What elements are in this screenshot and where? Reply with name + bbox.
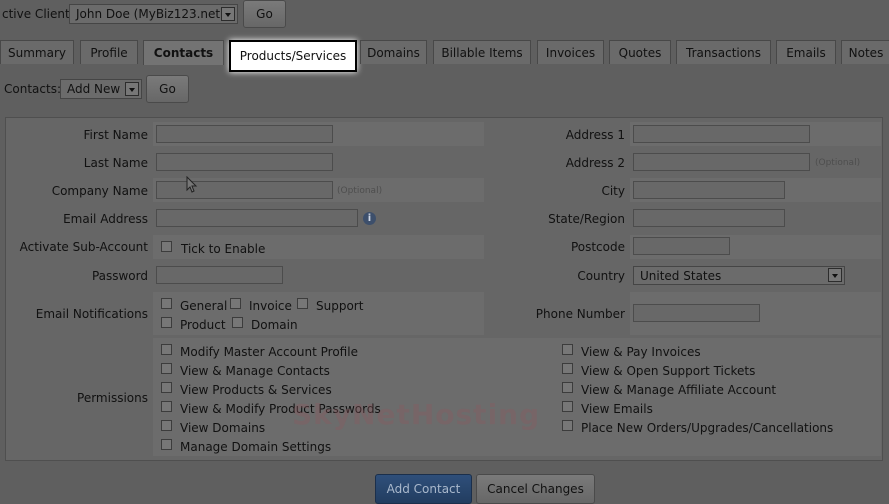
perm-checkbox[interactable]: [161, 439, 172, 450]
password-label: Password: [91, 269, 148, 283]
chevron-down-icon: [221, 7, 235, 21]
notif-domain-checkbox[interactable]: [232, 317, 243, 328]
tab-notes[interactable]: Notes: [841, 40, 889, 64]
state-region-label: State/Region: [548, 212, 625, 226]
address2-optional-hint: (Optional): [815, 158, 861, 168]
city-input[interactable]: [633, 181, 785, 199]
info-icon[interactable]: i: [363, 212, 376, 225]
active-client-label: ctive Client:: [2, 7, 74, 21]
permissions-label: Permissions: [77, 391, 148, 405]
country-select[interactable]: United States: [633, 266, 845, 285]
notif-invoice-label: Invoice: [249, 299, 292, 313]
tick-to-enable-label: Tick to Enable: [181, 242, 266, 256]
password-input[interactable]: [156, 266, 283, 284]
activate-sub-account-checkbox[interactable]: [161, 241, 172, 252]
client-go-button[interactable]: Go: [243, 0, 286, 28]
company-name-input[interactable]: [156, 181, 333, 199]
perm-label: View Emails: [581, 402, 653, 416]
tab-profile[interactable]: Profile: [80, 40, 138, 64]
tab-emails[interactable]: Emails: [776, 40, 836, 64]
notif-support-label: Support: [316, 299, 364, 313]
perm-checkbox[interactable]: [562, 363, 573, 374]
perm-label: View Domains: [180, 421, 266, 435]
perm-label: View & Manage Affiliate Account: [581, 383, 777, 397]
client-select[interactable]: John Doe (MyBiz123.net): [69, 4, 238, 24]
client-select-value: John Doe (MyBiz123.net): [76, 7, 225, 21]
perm-checkbox[interactable]: [562, 420, 573, 431]
perm-checkbox[interactable]: [161, 363, 172, 374]
chevron-down-icon: [125, 82, 139, 96]
perm-checkbox[interactable]: [161, 344, 172, 355]
state-region-input[interactable]: [633, 209, 785, 227]
tab-contacts[interactable]: Contacts: [143, 40, 224, 65]
perm-label: View & Manage Contacts: [180, 364, 330, 378]
contacts-select[interactable]: Add New: [60, 79, 142, 99]
address1-label: Address 1: [565, 128, 625, 142]
notif-invoice-checkbox[interactable]: [230, 298, 241, 309]
notif-domain-label: Domain: [251, 318, 298, 332]
tab-quotes[interactable]: Quotes: [609, 40, 671, 64]
perm-label: Place New Orders/Upgrades/Cancellations: [581, 421, 834, 435]
tab-invoices[interactable]: Invoices: [537, 40, 604, 64]
email-address-input[interactable]: [156, 209, 358, 227]
perm-label: Manage Domain Settings: [180, 440, 332, 454]
address1-input[interactable]: [633, 125, 810, 143]
perm-label: Modify Master Account Profile: [180, 345, 358, 359]
perm-checkbox[interactable]: [161, 420, 172, 431]
postcode-input[interactable]: [633, 237, 730, 255]
city-label: City: [601, 184, 625, 198]
perm-checkbox[interactable]: [562, 401, 573, 412]
address2-label: Address 2: [565, 156, 625, 170]
perm-checkbox[interactable]: [562, 382, 573, 393]
perm-label: View Products & Services: [180, 383, 332, 397]
contacts-go-button[interactable]: Go: [146, 75, 189, 103]
phone-number-input[interactable]: [633, 304, 760, 322]
country-select-value: United States: [640, 268, 722, 283]
contacts-select-value: Add New: [67, 82, 121, 96]
country-label: Country: [577, 269, 625, 283]
chevron-down-icon: [828, 268, 842, 282]
watermark-logo: SkyNetHosting: [292, 398, 541, 431]
notif-product-checkbox[interactable]: [161, 317, 172, 328]
perm-checkbox[interactable]: [562, 344, 573, 355]
perm-checkbox[interactable]: [161, 382, 172, 393]
perm-label: View & Open Support Tickets: [581, 364, 756, 378]
company-name-label: Company Name: [51, 184, 148, 198]
email-notifications-label: Email Notifications: [35, 307, 148, 321]
email-address-label: Email Address: [63, 212, 148, 226]
tab-domains[interactable]: Domains: [360, 40, 427, 64]
first-name-input[interactable]: [156, 125, 333, 143]
perm-label: View & Pay Invoices: [581, 345, 701, 359]
tab-billable-items[interactable]: Billable Items: [433, 40, 531, 64]
first-name-label: First Name: [83, 128, 148, 142]
notif-general-label: General: [180, 299, 228, 313]
perm-checkbox[interactable]: [161, 401, 172, 412]
notif-support-checkbox[interactable]: [297, 298, 308, 309]
address2-input[interactable]: [633, 153, 810, 171]
notif-product-label: Product: [180, 318, 226, 332]
last-name-label: Last Name: [83, 156, 148, 170]
company-optional-hint: (Optional): [337, 186, 383, 196]
activate-sub-account-label: Activate Sub-Account: [19, 240, 148, 254]
notif-general-checkbox[interactable]: [161, 298, 172, 309]
contacts-label: Contacts:: [4, 82, 61, 96]
last-name-input[interactable]: [156, 153, 333, 171]
mouse-cursor-icon: [186, 175, 198, 197]
tab-summary[interactable]: Summary: [0, 40, 74, 64]
tab-products-services[interactable]: Products/Services: [229, 40, 357, 72]
postcode-label: Postcode: [570, 240, 625, 254]
tab-transactions[interactable]: Transactions: [676, 40, 771, 64]
phone-number-label: Phone Number: [535, 307, 625, 321]
